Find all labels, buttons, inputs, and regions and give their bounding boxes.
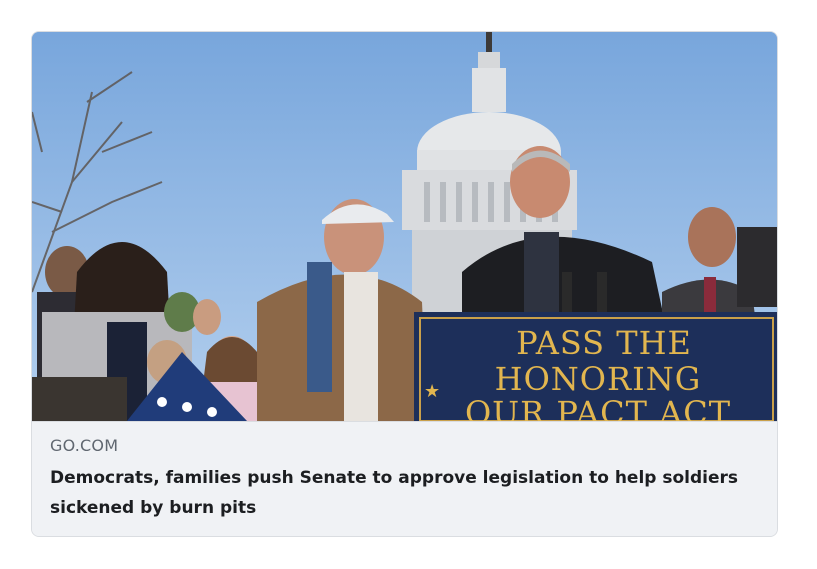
photo-illustration: ★ PASS THE HONORING OUR PACT ACT <box>32 32 777 421</box>
article-headline[interactable]: Democrats, families push Senate to appro… <box>50 463 750 523</box>
article-photo[interactable]: ★ PASS THE HONORING OUR PACT ACT <box>32 32 777 421</box>
sign-line-2: HONORING <box>495 360 702 398</box>
source-domain: GO.COM <box>50 436 119 455</box>
card-meta[interactable]: GO.COM Democrats, families push Senate t… <box>32 421 777 536</box>
podium-sign: ★ PASS THE HONORING OUR PACT ACT <box>414 312 777 421</box>
sign-line-3: OUR PACT ACT <box>465 394 731 421</box>
sign-line-1: PASS THE <box>516 324 692 362</box>
svg-text:★: ★ <box>424 381 440 402</box>
link-preview-card[interactable]: ★ PASS THE HONORING OUR PACT ACT GO.COM … <box>31 31 778 537</box>
